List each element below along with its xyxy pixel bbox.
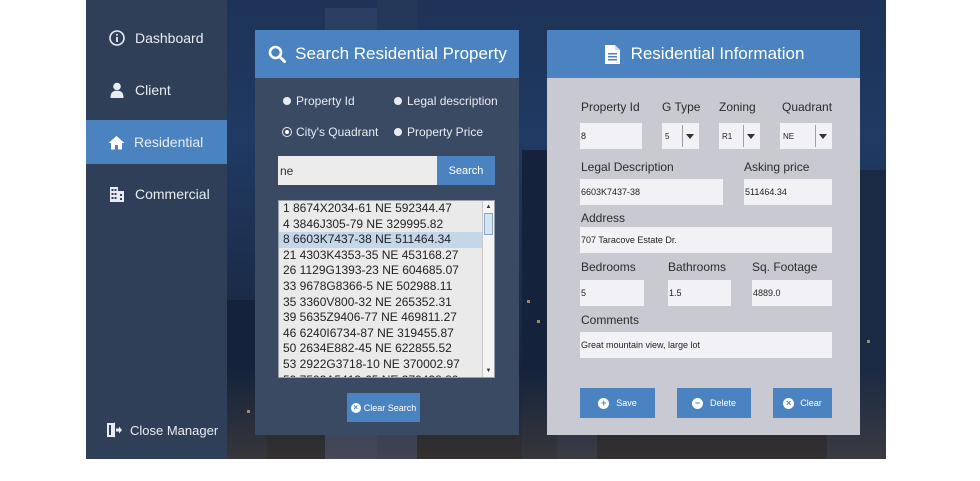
sidebar-item-label: Client [135, 82, 171, 98]
asking-price-label: Asking price [744, 160, 810, 174]
close-manager-label: Close Manager [130, 422, 219, 438]
sidebar-item-label: Commercial [135, 186, 210, 202]
search-input[interactable] [278, 156, 437, 185]
sidebar: Dashboard Client Residential Commercial … [86, 0, 227, 459]
info-panel-title: Residential Information [630, 44, 805, 63]
close-circle-icon: × [350, 402, 361, 413]
building-icon [108, 185, 126, 203]
bedrooms-field[interactable] [580, 280, 644, 306]
quadrant-value: NE [783, 131, 795, 141]
list-item[interactable]: 1 8674X2034-61 NE 592344.47 [279, 201, 483, 217]
plus-circle-icon: + [598, 397, 610, 409]
search-panel-title: Search Residential Property [295, 44, 507, 63]
app-window: Dashboard Client Residential Commercial … [86, 0, 886, 459]
bedrooms-label: Bedrooms [581, 260, 636, 274]
list-item[interactable]: 35 3360V800-32 NE 265352.31 [279, 295, 483, 311]
radio-label: Legal description [407, 94, 498, 108]
zoning-select[interactable]: R1 [719, 123, 760, 149]
radio-dot-selected [283, 128, 291, 136]
bathrooms-field[interactable] [668, 280, 731, 306]
save-button[interactable]: + Save [580, 388, 655, 418]
zoning-value: R1 [722, 131, 733, 141]
search-panel-header: Search Residential Property [255, 30, 519, 78]
radio-label: Property Price [407, 125, 484, 139]
info-circle-icon [108, 29, 126, 47]
list-item[interactable]: 59 7593A5413-65 NE 379438.80 [279, 373, 483, 377]
delete-label: Delete [709, 398, 736, 408]
g-type-label: G Type [662, 100, 701, 114]
sidebar-item-commercial[interactable]: Commercial [86, 172, 227, 216]
search-icon [267, 44, 287, 64]
sq-footage-label: Sq. Footage [752, 260, 818, 274]
close-manager-button[interactable]: Close Manager [86, 408, 227, 452]
sidebar-item-residential[interactable]: Residential [86, 120, 227, 164]
radio-dot [394, 97, 402, 105]
radio-property-id[interactable]: Property Id [283, 94, 355, 108]
user-icon [108, 81, 126, 99]
property-id-field[interactable] [580, 123, 642, 149]
sidebar-item-client[interactable]: Client [86, 68, 227, 112]
radio-label: Property Id [296, 94, 355, 108]
clear-search-button[interactable]: × Clear Search [347, 393, 420, 422]
document-icon [603, 44, 623, 64]
clear-label: Clear [800, 398, 822, 408]
clear-button[interactable]: × Clear [773, 388, 832, 418]
zoning-label: Zoning [719, 100, 756, 114]
radio-label: City's Quadrant [296, 125, 379, 139]
sidebar-item-label: Dashboard [135, 30, 204, 46]
sidebar-item-label: Residential [134, 134, 204, 150]
g-type-select[interactable]: 5 [662, 123, 699, 149]
home-icon [107, 133, 125, 151]
quadrant-select[interactable]: NE [780, 123, 832, 149]
chevron-down-icon [815, 125, 830, 147]
scroll-thumb[interactable] [484, 213, 493, 235]
quadrant-label: Quadrant [782, 100, 833, 114]
search-button[interactable]: Search [437, 156, 495, 185]
list-item[interactable]: 4 3846J305-79 NE 329995.82 [279, 217, 483, 233]
asking-price-field[interactable] [744, 179, 832, 205]
bathrooms-label: Bathrooms [668, 260, 727, 274]
radio-property-price[interactable]: Property Price [394, 125, 483, 139]
radio-dot [283, 97, 291, 105]
list-item[interactable]: 53 2922G3718-10 NE 370002.97 [279, 357, 483, 373]
list-item[interactable]: 26 1129G1393-23 NE 604685.07 [279, 263, 483, 279]
comments-field[interactable] [580, 332, 832, 358]
legal-description-label: Legal Description [581, 160, 674, 174]
g-type-value: 5 [665, 131, 670, 141]
list-item[interactable]: 21 4303K4353-35 NE 453168.27 [279, 248, 483, 264]
radio-dot [394, 128, 402, 136]
delete-button[interactable]: − Delete [677, 388, 751, 418]
sq-footage-field[interactable] [752, 280, 832, 306]
address-field[interactable] [580, 227, 832, 253]
save-label: Save [616, 398, 637, 408]
info-panel: Residential Information Property Id G Ty… [547, 30, 860, 435]
list-item[interactable]: 50 2634E882-45 NE 622855.52 [279, 341, 483, 357]
radio-legal-description[interactable]: Legal description [394, 94, 498, 108]
search-panel: Search Residential Property Property Id … [255, 30, 519, 435]
clear-search-label: Clear Search [363, 402, 417, 413]
minus-circle-icon: − [691, 397, 703, 409]
list-item[interactable]: 8 6603K7437-38 NE 511464.34 [279, 232, 483, 248]
info-panel-header: Residential Information [547, 30, 860, 78]
chevron-down-icon [682, 125, 697, 147]
sign-out-icon [105, 421, 123, 439]
comments-label: Comments [581, 313, 640, 327]
list-item[interactable]: 46 6240I6734-87 NE 319455.87 [279, 326, 483, 342]
close-circle-icon: × [783, 397, 795, 409]
results-list[interactable]: 1 8674X2034-61 NE 592344.47 4 3846J305-79… [278, 200, 495, 378]
list-item[interactable]: 39 5635Z9406-77 NE 469811.27 [279, 310, 483, 326]
legal-description-field[interactable] [580, 179, 723, 205]
radio-citys-quadrant[interactable]: City's Quadrant [283, 125, 378, 139]
address-label: Address [581, 211, 626, 225]
sidebar-item-dashboard[interactable]: Dashboard [86, 16, 227, 60]
results-scrollbar[interactable]: ▲ ▼ [482, 201, 494, 377]
scroll-down-arrow-icon[interactable]: ▼ [483, 366, 494, 376]
property-id-label: Property Id [581, 100, 640, 114]
chevron-down-icon [743, 125, 758, 147]
list-item[interactable]: 33 9678G8366-5 NE 502988.11 [279, 279, 483, 295]
scroll-up-arrow-icon[interactable]: ▲ [483, 202, 494, 212]
results-list-items: 1 8674X2034-61 NE 592344.47 4 3846J305-79… [279, 201, 483, 377]
